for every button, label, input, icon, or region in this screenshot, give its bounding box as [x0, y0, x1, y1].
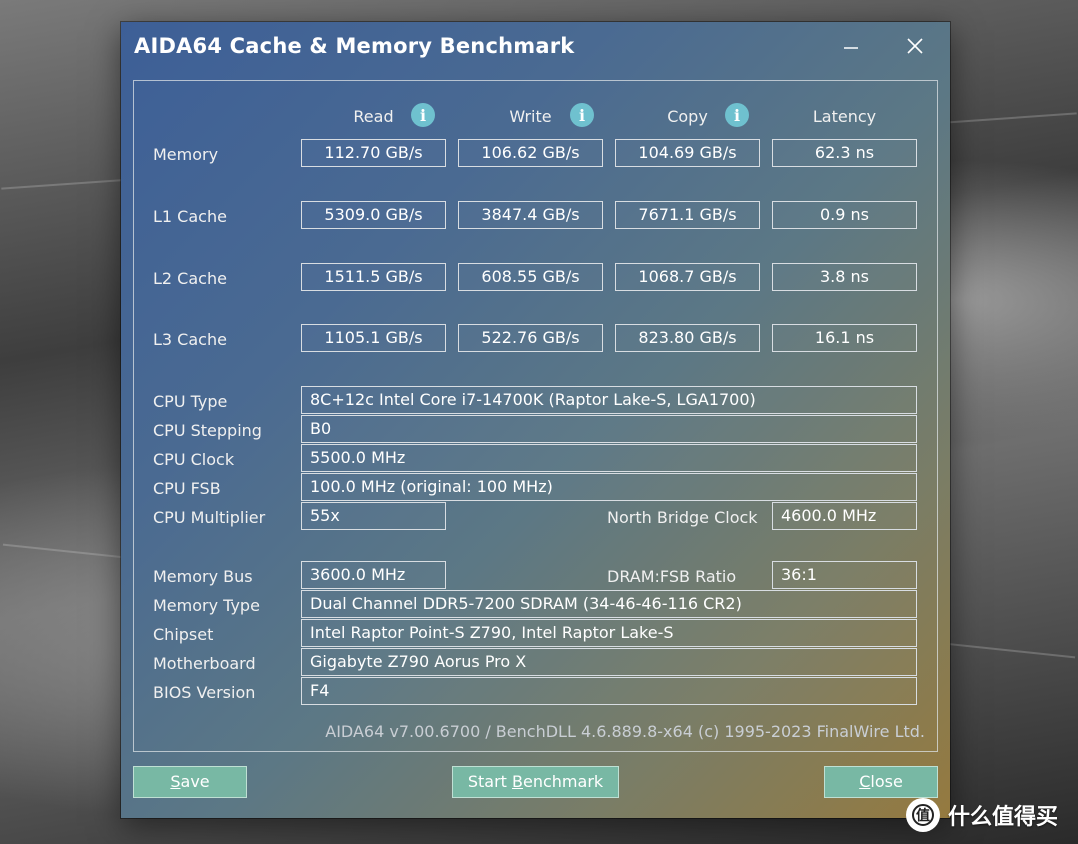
close-window-button[interactable] — [895, 32, 935, 60]
l3-copy-value: 823.80 GB/s — [615, 324, 760, 352]
dram-fsb-ratio-value: 36:1 — [772, 561, 917, 589]
close-button-label: lose — [870, 772, 903, 791]
cpu-stepping-label: CPU Stepping — [153, 421, 262, 440]
start-button-mnemonic: B — [512, 772, 523, 791]
north-bridge-clock-value: 4600.0 MHz — [772, 502, 917, 530]
cpu-multiplier-label: CPU Multiplier — [153, 508, 266, 527]
motherboard-label: Motherboard — [153, 654, 256, 673]
smzdm-logo-icon: 值 — [906, 798, 940, 832]
memory-bus-value: 3600.0 MHz — [301, 561, 446, 589]
benchmark-window: AIDA64 Cache & Memory Benchmark Read i W… — [121, 22, 950, 818]
header-read-label: Read — [353, 107, 394, 126]
north-bridge-clock-label: North Bridge Clock — [607, 508, 758, 527]
row-label-l2-cache: L2 Cache — [153, 269, 227, 288]
memory-type-value: Dual Channel DDR5-7200 SDRAM (34-46-46-1… — [301, 590, 917, 618]
dram-fsb-ratio-label: DRAM:FSB Ratio — [607, 567, 737, 586]
save-button-label: ave — [180, 772, 210, 791]
l3-read-value: 1105.1 GB/s — [301, 324, 446, 352]
chipset-value: Intel Raptor Point-S Z790, Intel Raptor … — [301, 619, 917, 647]
start-benchmark-button[interactable]: Start Benchmark — [452, 766, 619, 798]
cpu-clock-label: CPU Clock — [153, 450, 235, 469]
watermark-text: 什么值得买 — [948, 805, 1059, 830]
info-icon-write[interactable]: i — [570, 103, 594, 127]
info-icon-read[interactable]: i — [411, 103, 435, 127]
memory-read-value: 112.70 GB/s — [301, 139, 446, 167]
l1-latency-value: 0.9 ns — [772, 201, 917, 229]
row-label-l3-cache: L3 Cache — [153, 330, 227, 349]
l1-read-value: 5309.0 GB/s — [301, 201, 446, 229]
l1-copy-value: 7671.1 GB/s — [615, 201, 760, 229]
minimize-icon — [844, 47, 858, 49]
window-title: AIDA64 Cache & Memory Benchmark — [134, 34, 575, 58]
cpu-fsb-label: CPU FSB — [153, 479, 221, 498]
results-frame: Read i Write i Copy i Latency Memory 112… — [133, 80, 938, 752]
row-label-memory: Memory — [153, 145, 219, 164]
l3-write-value: 522.76 GB/s — [458, 324, 603, 352]
cpu-multiplier-value: 55x — [301, 502, 446, 530]
l3-latency-value: 16.1 ns — [772, 324, 917, 352]
minimize-button[interactable] — [831, 32, 871, 60]
cpu-fsb-value: 100.0 MHz (original: 100 MHz) — [301, 473, 917, 501]
header-write-label: Write — [509, 107, 552, 126]
header-latency-label: Latency — [812, 107, 877, 126]
header-latency: Latency — [772, 107, 917, 126]
save-button-mnemonic: S — [170, 772, 181, 791]
l2-copy-value: 1068.7 GB/s — [615, 263, 760, 291]
l2-write-value: 608.55 GB/s — [458, 263, 603, 291]
cpu-type-label: CPU Type — [153, 392, 228, 411]
save-button[interactable]: Save — [133, 766, 247, 798]
start-button-label-post: enchmark — [523, 772, 604, 791]
memory-type-label: Memory Type — [153, 596, 260, 615]
l2-read-value: 1511.5 GB/s — [301, 263, 446, 291]
close-icon — [907, 38, 923, 54]
memory-bus-label: Memory Bus — [153, 567, 253, 586]
l1-write-value: 3847.4 GB/s — [458, 201, 603, 229]
l2-latency-value: 3.8 ns — [772, 263, 917, 291]
chipset-label: Chipset — [153, 625, 214, 644]
motherboard-value: Gigabyte Z790 Aorus Pro X — [301, 648, 917, 676]
row-label-l1-cache: L1 Cache — [153, 207, 227, 226]
memory-write-value: 106.62 GB/s — [458, 139, 603, 167]
header-copy-label: Copy — [667, 107, 708, 126]
bios-version-label: BIOS Version — [153, 683, 256, 702]
cpu-clock-value: 5500.0 MHz — [301, 444, 917, 472]
version-footer: AIDA64 v7.00.6700 / BenchDLL 4.6.889.8-x… — [325, 722, 925, 741]
cpu-type-value: 8C+12c Intel Core i7-14700K (Raptor Lake… — [301, 386, 917, 414]
bios-version-value: F4 — [301, 677, 917, 705]
close-button[interactable]: Close — [824, 766, 938, 798]
close-button-mnemonic: C — [859, 772, 871, 791]
info-icon-copy[interactable]: i — [725, 103, 749, 127]
watermark: 值 什么值得买 — [906, 798, 1058, 832]
memory-copy-value: 104.69 GB/s — [615, 139, 760, 167]
memory-latency-value: 62.3 ns — [772, 139, 917, 167]
svg-text:值: 值 — [916, 807, 930, 824]
start-button-label-pre: Start — [467, 772, 513, 791]
cpu-stepping-value: B0 — [301, 415, 917, 443]
